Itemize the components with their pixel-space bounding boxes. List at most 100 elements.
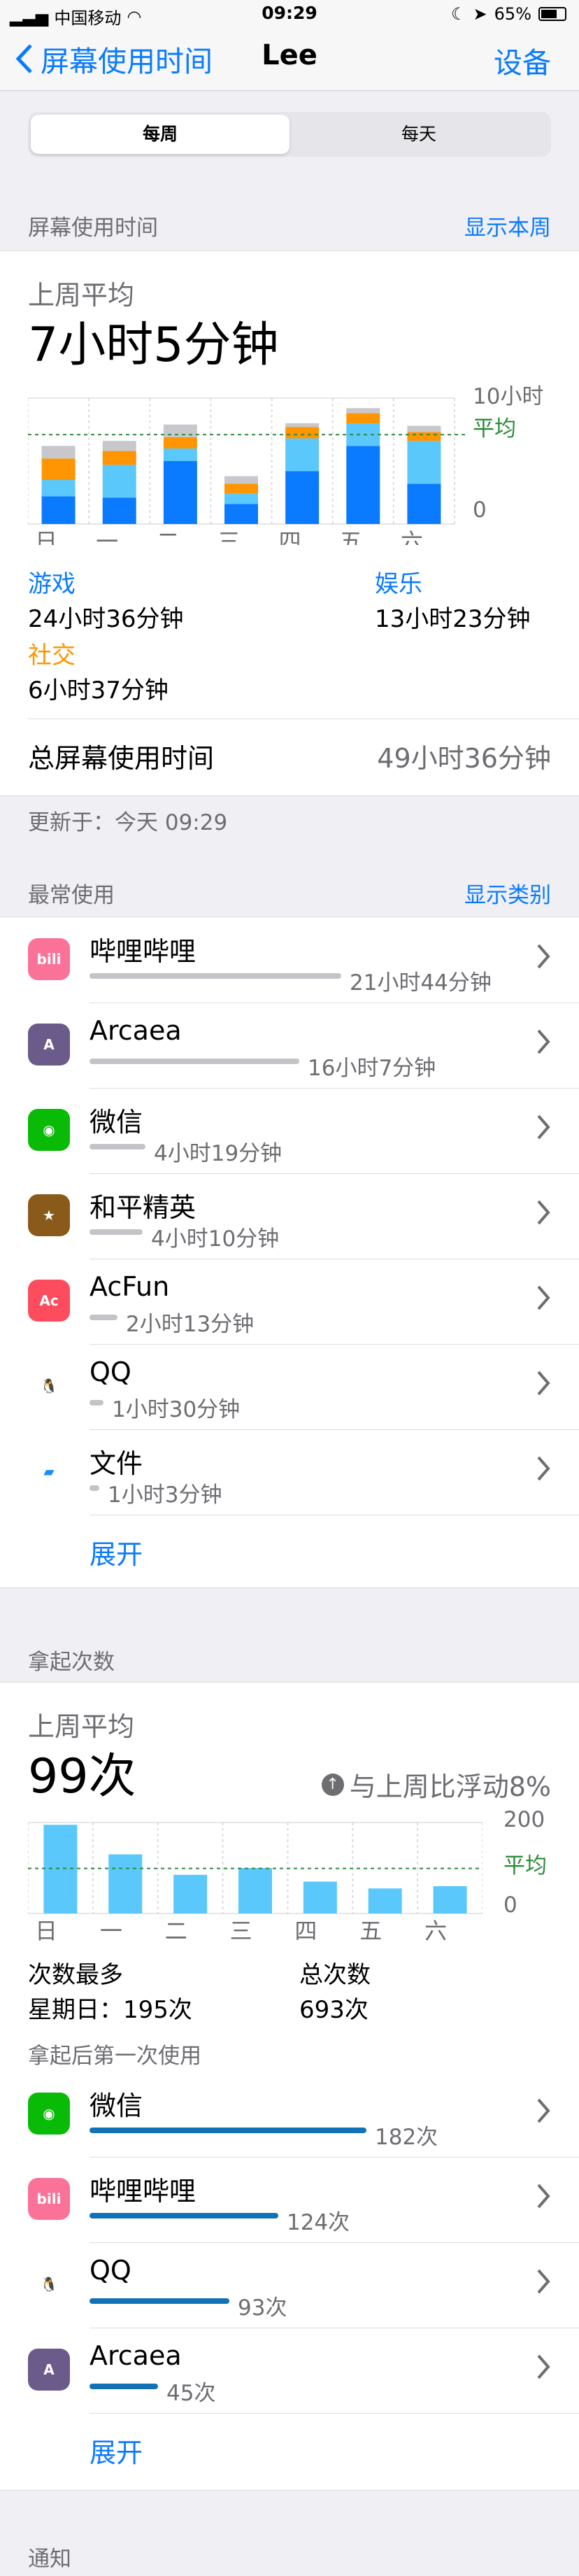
app-name: Arcaea	[90, 2340, 182, 2371]
day-label: 六	[401, 528, 423, 545]
chevron-right-icon	[537, 1200, 550, 1225]
day-label: 日	[35, 1918, 57, 1944]
app-name: 微信	[90, 2090, 143, 2121]
chevron-right-icon	[537, 1371, 550, 1396]
bar-游戏-1	[102, 497, 136, 524]
app-icon: bili	[28, 938, 70, 980]
app-icon: 🐧	[28, 1365, 70, 1407]
usage-time: 16小时7分钟	[308, 1056, 436, 1081]
pickup-count: 45次	[166, 2381, 216, 2406]
app-name: 哔哩哔哩	[90, 2176, 196, 2207]
expand-pickups-button[interactable]: 展开	[90, 2431, 143, 2470]
category-entertainment-label: 娱乐	[375, 570, 422, 598]
usage-bar	[90, 973, 341, 979]
bar-other-6	[407, 425, 441, 432]
usage-bar	[90, 1229, 143, 1235]
app-name: 微信	[90, 1107, 143, 1138]
bar-other-0	[41, 446, 76, 459]
day-label: 一	[100, 1918, 122, 1944]
first-use-row[interactable]: bili 哔哩哔哩 124次	[0, 2157, 579, 2242]
total-screen-time-label: 总屏幕使用时间	[28, 743, 215, 774]
first-used-label: 拿起后第一次使用	[28, 2044, 201, 2069]
bar-娱乐-3	[224, 493, 258, 504]
most-pickups-value: 星期日：195次	[28, 1996, 192, 2024]
screen-time-chart: 日一二三四五六	[28, 397, 469, 545]
first-use-row[interactable]: 🐧 QQ 93次	[0, 2242, 579, 2328]
app-name: QQ	[90, 2255, 131, 2286]
app-icon: bili	[28, 2178, 70, 2220]
page-title: Lee	[262, 39, 317, 71]
chevron-right-icon	[537, 1456, 550, 1481]
app-icon: Ac	[28, 1280, 70, 1322]
notifications-header: 通知	[28, 2547, 71, 2572]
most-pickups-label: 次数最多	[28, 1961, 123, 1989]
day-label: 二	[157, 528, 179, 545]
app-row[interactable]: Ac AcFun 2小时13分钟	[0, 1259, 579, 1344]
app-row[interactable]: ★ 和平精英 4小时10分钟	[0, 1173, 579, 1259]
pickup-bar	[90, 2213, 278, 2218]
bar-游戏-4	[285, 471, 320, 524]
bar-社交-2	[163, 437, 197, 448]
most-used-card: bili 哔哩哔哩 21小时44分钟 A Arcaea 16小时7分钟 ◉ 微信 4小时19分钟…	[0, 917, 579, 1588]
day-label: 五	[359, 1918, 382, 1944]
category-entertainment-value: 13小时23分钟	[375, 605, 531, 633]
bar-other-5	[346, 408, 380, 413]
day-label: 二	[165, 1918, 187, 1944]
bar-other-4	[285, 423, 320, 427]
bar-娱乐-4	[285, 438, 320, 472]
status-bar: ▂▃▅ 中国移动 ◠ 09:29 ☾ ➤ 65%	[0, 0, 579, 28]
first-use-row[interactable]: A Arcaea 45次	[0, 2328, 579, 2413]
category-games-value: 24小时36分钟	[28, 605, 184, 633]
usage-bar	[90, 1315, 117, 1320]
bar-娱乐-6	[407, 441, 441, 484]
segment-weekly[interactable]: 每周	[31, 115, 290, 154]
chevron-right-icon	[537, 2354, 550, 2379]
app-icon: A	[28, 1024, 70, 1066]
app-icon: 🐧	[28, 2263, 70, 2305]
first-use-row[interactable]: ◉ 微信 182次	[0, 2072, 579, 2157]
pickups-card: 上周平均 99次 ↑ 与上周比浮动8% 日一二三四五六 200 平均 0 次数最…	[0, 1682, 579, 2491]
segment-daily[interactable]: 每天	[290, 115, 548, 154]
chevron-right-icon	[537, 944, 550, 969]
bar-other-3	[224, 476, 258, 484]
bar-娱乐-1	[102, 465, 136, 498]
bar-游戏-0	[41, 496, 76, 524]
location-icon: ➤	[473, 4, 487, 24]
chevron-right-icon	[537, 2098, 550, 2123]
show-this-week-link[interactable]: 显示本周	[464, 210, 551, 241]
app-name: 和平精英	[90, 1192, 196, 1223]
moon-icon: ☾	[451, 4, 466, 24]
app-icon: ◉	[28, 1109, 70, 1151]
bar-社交-5	[346, 413, 380, 423]
bar-游戏-5	[346, 446, 380, 524]
pickups-chart: 日一二三四五六	[28, 1822, 482, 1944]
pickups-avg-value: 99次	[28, 1749, 136, 1804]
app-row[interactable]: ◉ 微信 4小时19分钟	[0, 1088, 579, 1173]
pickup-bar-4	[303, 1881, 337, 1913]
total-pickups-label: 总次数	[299, 1961, 371, 1989]
usage-time: 21小时44分钟	[350, 970, 492, 996]
app-row[interactable]: A Arcaea 16小时7分钟	[0, 1003, 579, 1088]
show-categories-link[interactable]: 显示类别	[464, 877, 551, 909]
day-label: 三	[217, 528, 240, 545]
app-icon: ▰	[28, 1450, 70, 1492]
updated-label: 更新于：今天 09:29	[28, 810, 228, 835]
screen-time-header: 屏幕使用时间	[28, 215, 158, 241]
app-row[interactable]: bili 哔哩哔哩 21小时44分钟	[0, 917, 579, 1003]
chevron-right-icon	[537, 1029, 550, 1054]
usage-time: 4小时10分钟	[151, 1226, 280, 1252]
day-label: 三	[230, 1918, 252, 1944]
day-label: 四	[279, 528, 301, 545]
pickup-bar	[90, 2384, 158, 2389]
most-used-header: 最常使用	[28, 883, 115, 908]
expand-most-used-button[interactable]: 展开	[90, 1533, 143, 1571]
app-row[interactable]: 🐧 QQ 1小时30分钟	[0, 1344, 579, 1429]
app-row[interactable]: ▰ 文件 1小时3分钟	[0, 1429, 579, 1515]
app-icon: ★	[28, 1194, 70, 1236]
pickups-change-label: 与上周比浮动8%	[349, 1771, 551, 1802]
devices-button[interactable]: 设备	[494, 39, 551, 81]
total-screen-time-value: 49小时36分钟	[377, 743, 551, 774]
chart-zero-label: 0	[473, 497, 487, 523]
usage-time: 1小时30分钟	[112, 1397, 241, 1422]
app-icon: A	[28, 2349, 70, 2391]
